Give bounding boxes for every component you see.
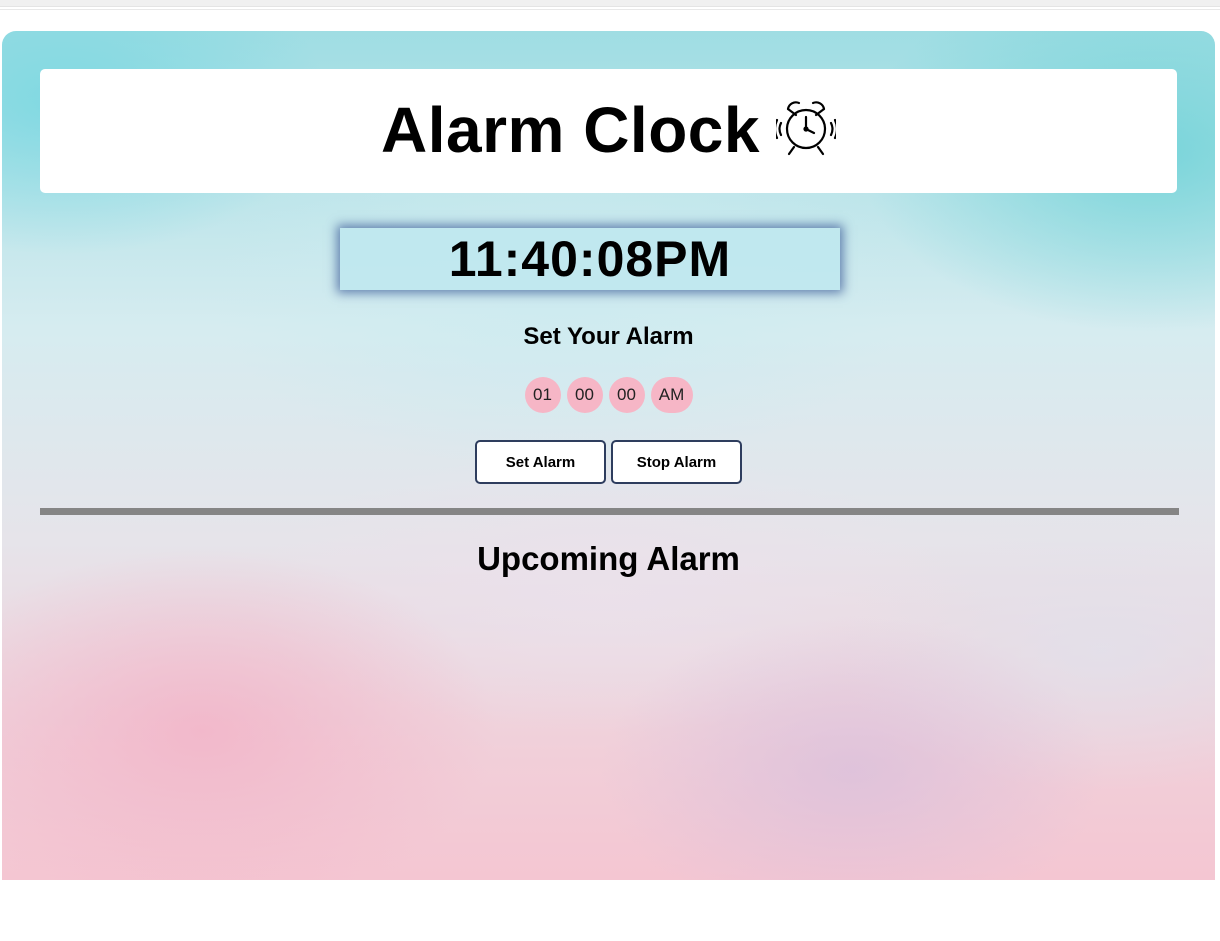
current-time-display: 11:40:08PM: [340, 228, 840, 290]
section-divider: [40, 508, 1179, 515]
current-time: 11:40:08PM: [448, 231, 732, 287]
page-title: Alarm Clock: [381, 94, 760, 166]
set-alarm-button[interactable]: Set Alarm: [475, 440, 606, 484]
ampm-select[interactable]: AM: [650, 377, 693, 413]
hour-select[interactable]: 01: [524, 377, 561, 413]
alarm-clock-icon: [773, 95, 839, 159]
upcoming-alarm-heading: Upcoming Alarm: [477, 540, 740, 577]
minute-select[interactable]: 00: [566, 377, 603, 413]
app-container: Alarm Clock 11:40:08PM Set Your Alarm 01…: [2, 31, 1215, 880]
stop-alarm-button[interactable]: Stop Alarm: [611, 440, 742, 484]
alarm-buttons: Set Alarm Stop Alarm: [2, 440, 1215, 484]
alarm-time-selectors: 01 00 00 AM: [2, 377, 1215, 413]
browser-top-bar: [0, 0, 1220, 7]
browser-divider: [0, 9, 1220, 10]
header-card: Alarm Clock: [40, 69, 1177, 193]
second-select[interactable]: 00: [608, 377, 645, 413]
set-alarm-heading: Set Your Alarm: [523, 323, 694, 350]
